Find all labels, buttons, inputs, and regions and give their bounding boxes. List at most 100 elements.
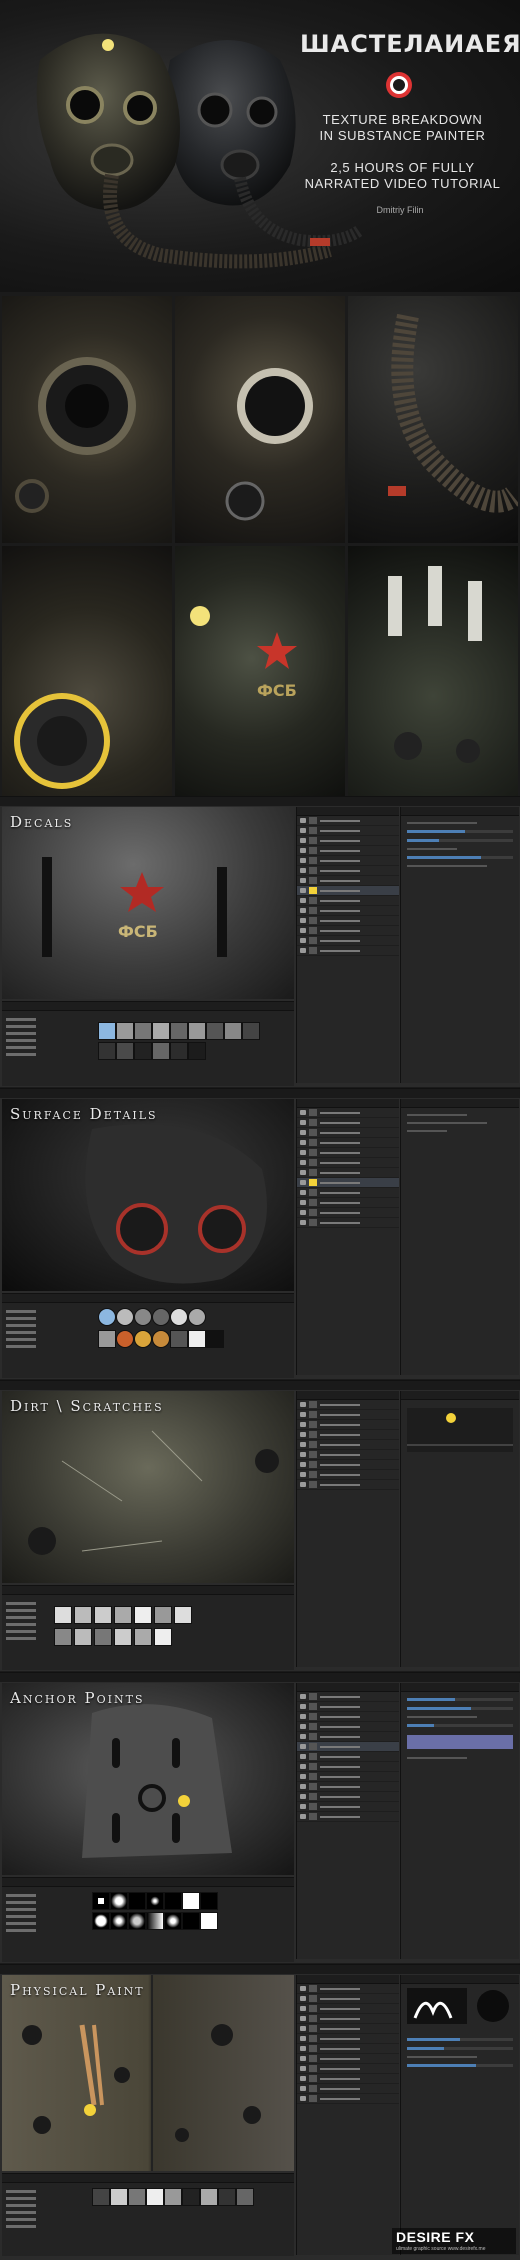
shelf-item[interactable] (164, 2188, 182, 2206)
shelf-item[interactable] (128, 1912, 146, 1930)
layer-stack-panel[interactable] (296, 1683, 399, 1959)
shelf-item[interactable] (174, 1606, 192, 1624)
property-slider[interactable] (407, 1698, 513, 1701)
layer-row[interactable] (297, 1732, 399, 1742)
layer-row[interactable] (297, 1108, 399, 1118)
property-slider[interactable] (407, 2047, 513, 2050)
layer-row[interactable] (297, 1722, 399, 1732)
layer-row[interactable] (297, 2084, 399, 2094)
property-slider[interactable] (407, 2038, 513, 2041)
property-slider[interactable] (407, 1724, 513, 1727)
menu-bar[interactable] (0, 797, 520, 806)
shelf-item[interactable] (98, 1330, 116, 1348)
shelf-item[interactable] (134, 1042, 152, 1060)
layer-row[interactable] (297, 1782, 399, 1792)
shelf-item[interactable] (182, 1912, 200, 1930)
properties-panel[interactable] (400, 1391, 519, 1667)
layer-row[interactable] (297, 836, 399, 846)
shelf-item[interactable] (128, 2188, 146, 2206)
shelf-item[interactable] (92, 1912, 110, 1930)
layer-row[interactable] (297, 1772, 399, 1782)
layer-row[interactable] (297, 2044, 399, 2054)
layer-row[interactable] (297, 2064, 399, 2074)
menu-bar[interactable] (0, 1381, 520, 1390)
layer-row[interactable] (297, 816, 399, 826)
layer-row[interactable] (297, 1470, 399, 1480)
shelf-item[interactable] (114, 1628, 132, 1646)
shelf-item[interactable] (146, 1912, 164, 1930)
layer-row[interactable] (297, 1128, 399, 1138)
shelf-item[interactable] (206, 1330, 224, 1348)
shelf-item[interactable] (110, 1892, 128, 1910)
layer-row[interactable] (297, 1450, 399, 1460)
shelf-item[interactable] (94, 1628, 112, 1646)
menu-bar[interactable] (0, 1965, 520, 1974)
shelf-item[interactable] (134, 1022, 152, 1040)
layer-stack-panel[interactable] (296, 807, 399, 1083)
layer-row[interactable] (297, 1400, 399, 1410)
shelf-item[interactable] (110, 2188, 128, 2206)
properties-panel[interactable] (400, 1975, 519, 2255)
shelf-panel[interactable] (2, 1001, 294, 1086)
3d-viewport[interactable]: Dirt \ Scratches (2, 1391, 294, 1583)
shelf-item[interactable] (98, 1022, 116, 1040)
shelf-item[interactable] (170, 1022, 188, 1040)
shelf-item[interactable] (74, 1606, 92, 1624)
layer-row[interactable] (297, 906, 399, 916)
layer-row-selected[interactable] (297, 886, 399, 896)
shelf-item[interactable] (152, 1308, 170, 1326)
layer-row[interactable] (297, 1802, 399, 1812)
shelf-item[interactable] (94, 1606, 112, 1624)
layer-row[interactable] (297, 2054, 399, 2064)
shelf-item[interactable] (92, 2188, 110, 2206)
shelf-categories[interactable] (6, 1306, 46, 1352)
shelf-item[interactable] (188, 1022, 206, 1040)
layer-row[interactable] (297, 1148, 399, 1158)
shelf-item[interactable] (164, 1912, 182, 1930)
layer-row[interactable] (297, 1118, 399, 1128)
shelf-categories[interactable] (6, 2186, 46, 2232)
shelf-item[interactable] (74, 1628, 92, 1646)
property-slider[interactable] (407, 1707, 513, 1710)
layer-row[interactable] (297, 1440, 399, 1450)
shelf-item[interactable] (188, 1330, 206, 1348)
layer-row[interactable] (297, 1198, 399, 1208)
3d-viewport[interactable]: ФСБ Decals (2, 807, 294, 999)
menu-bar[interactable] (0, 1089, 520, 1098)
shelf-item[interactable] (116, 1308, 134, 1326)
layer-row[interactable] (297, 2024, 399, 2034)
layer-row[interactable] (297, 936, 399, 946)
shelf-item[interactable] (188, 1042, 206, 1060)
layer-row[interactable] (297, 1984, 399, 1994)
layer-row[interactable] (297, 926, 399, 936)
shelf-item[interactable] (134, 1628, 152, 1646)
layer-row[interactable] (297, 1752, 399, 1762)
shelf-item[interactable] (146, 2188, 164, 2206)
layer-row[interactable] (297, 916, 399, 926)
layer-stack-panel[interactable] (296, 1099, 399, 1375)
shelf-item[interactable] (200, 1912, 218, 1930)
shelf-panel[interactable] (2, 1877, 294, 1962)
shelf-item[interactable] (164, 1892, 182, 1910)
3d-viewport[interactable]: Anchor Points (2, 1683, 294, 1875)
3d-viewport[interactable]: Surface Details (2, 1099, 294, 1291)
layer-row[interactable] (297, 1712, 399, 1722)
shelf-item[interactable] (200, 2188, 218, 2206)
shelf-categories[interactable] (6, 1014, 46, 1060)
layer-row[interactable] (297, 826, 399, 836)
layer-row[interactable] (297, 1792, 399, 1802)
shelf-item[interactable] (146, 1892, 164, 1910)
shelf-item[interactable] (128, 1892, 146, 1910)
shelf-item[interactable] (54, 1606, 72, 1624)
shelf-item[interactable] (98, 1042, 116, 1060)
shelf-item[interactable] (170, 1042, 188, 1060)
layer-row[interactable] (297, 2074, 399, 2084)
layer-row[interactable] (297, 1188, 399, 1198)
shelf-item[interactable] (188, 1308, 206, 1326)
shelf-categories[interactable] (6, 1598, 46, 1644)
layer-row[interactable] (297, 1420, 399, 1430)
shelf-item[interactable] (170, 1308, 188, 1326)
menu-bar[interactable] (0, 1673, 520, 1682)
layer-row[interactable] (297, 1168, 399, 1178)
properties-panel[interactable] (400, 1099, 519, 1375)
